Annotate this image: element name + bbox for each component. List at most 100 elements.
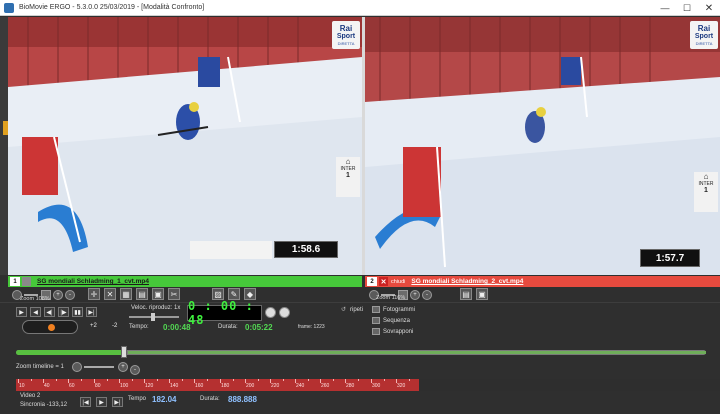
ruler-minor-tick <box>308 379 309 381</box>
option-sovrapponi[interactable]: Sovrapponi <box>372 328 413 335</box>
timeline-playhead[interactable] <box>121 346 127 358</box>
image-icon[interactable]: ▣ <box>152 288 164 300</box>
ruler-minor-tick <box>107 379 108 381</box>
timeline-ruler[interactable]: 10 40 60 80 100 120 140 160 180 200 220 240 260 280 30… <box>16 379 419 391</box>
frames-icon <box>372 306 380 313</box>
ruler-label: 300 <box>372 383 381 389</box>
window-controls: — ☐ ✕ <box>654 0 720 16</box>
end-button[interactable]: ▶| <box>86 307 97 317</box>
jog-indicator <box>48 324 55 331</box>
minus-two-button[interactable]: -2 <box>112 323 117 329</box>
ruler-minor-tick <box>409 379 410 381</box>
video-pane-right[interactable]: Rai Sport DIRETTA ⌂ INTER 1 1:57.7 <box>365 17 720 275</box>
toolbar-left: ✛ ✕ ▦ ▤ ▣ ✂ <box>88 288 184 300</box>
step-back-button[interactable]: ◀ <box>30 307 41 317</box>
race-timer-right: 1:57.7 <box>640 249 700 267</box>
tempo-value: 0:00:48 <box>163 323 191 332</box>
frame-label: frame: 1223 <box>298 324 325 330</box>
ruler-label: 40 <box>44 383 50 389</box>
layout-icon[interactable]: ▤ <box>136 288 148 300</box>
zoom-out-icon[interactable]: - <box>422 290 432 300</box>
bottom-prev-button[interactable]: |◀ <box>80 397 91 407</box>
bottom-bar: Video 2 Sincronia -133,12 |◀ ▶ ▶| Tempo … <box>0 392 720 414</box>
timer-icon[interactable] <box>279 307 290 318</box>
clip-thumbnail-icon[interactable] <box>22 277 31 286</box>
pause-button[interactable]: ▮▮ <box>72 307 83 317</box>
ruler-minor-tick <box>384 379 385 381</box>
bottom-next-button[interactable]: ▶| <box>112 397 123 407</box>
bottom-play-button[interactable]: ▶ <box>96 397 107 407</box>
image-icon[interactable]: ▣ <box>476 288 488 300</box>
repeat-label[interactable]: ripeti <box>350 307 363 313</box>
left-edge-panel <box>0 17 8 275</box>
home-icon: ⌂ <box>345 157 351 166</box>
timeline-zoom-in-icon[interactable]: + <box>118 362 128 372</box>
race-timer-left: 1:58.6 <box>274 241 338 258</box>
prev-frame-button[interactable]: ◀| <box>44 307 55 317</box>
zoom-label-right: Zoom 116% <box>376 295 406 301</box>
next-frame-button[interactable]: |▶ <box>58 307 69 317</box>
grid-icon[interactable]: ▦ <box>120 288 132 300</box>
toolbar-right: ▤ ▣ <box>460 288 492 300</box>
clip-number: 1 <box>10 277 20 286</box>
clip-filename[interactable]: SG mondiali Schladming_1_cvt.mp4 <box>37 278 149 285</box>
speed-slider-knob[interactable] <box>151 313 155 321</box>
ruler-minor-tick <box>358 379 359 381</box>
play-button[interactable]: ▶ <box>16 307 27 317</box>
speed-label: Veloc. riproduz: 1x <box>131 305 181 311</box>
clip-bar-left[interactable]: 1 SG mondiali Schladming_1_cvt.mp4 <box>8 276 362 287</box>
tempo-label: Tempo: <box>129 324 149 330</box>
speed-slider[interactable] <box>129 313 179 321</box>
ruler-minor-tick <box>31 379 32 381</box>
ruler-label: 200 <box>246 383 255 389</box>
minimize-button[interactable]: — <box>654 0 676 16</box>
ruler-label: 160 <box>195 383 204 389</box>
timeline-range <box>128 351 706 354</box>
timeline-zoom-slider[interactable] <box>84 366 114 368</box>
plus-two-button[interactable]: +2 <box>90 323 97 329</box>
video-pane-left[interactable]: Rai Sport DIRETTA ⌂ INTER 1 1:58.6 <box>8 17 362 275</box>
ruler-minor-tick <box>333 379 334 381</box>
ruler-minor-tick <box>283 379 284 381</box>
cut-icon[interactable]: ✂ <box>168 288 180 300</box>
logo-text: Sport <box>694 32 714 40</box>
rank-box-right: ⌂ INTER 1 <box>694 172 718 212</box>
ruler-label: 320 <box>397 383 406 389</box>
tools-icon[interactable]: ✕ <box>104 288 116 300</box>
clip-bar-right[interactable]: 2 ✕ chiudi SG mondiali Schladming_2_cvt.… <box>365 276 720 287</box>
timeline-zoom-out-icon[interactable]: - <box>130 365 140 375</box>
rai-sport-logo-left: Rai Sport DIRETTA <box>332 21 360 49</box>
time-display: 0 : 00 : 48 <box>187 299 262 327</box>
crosshair-icon[interactable]: ✛ <box>88 288 100 300</box>
repeat-icon[interactable]: ↺ <box>341 306 346 313</box>
clip-number: 2 <box>367 277 377 286</box>
bottom-tempo-label: Tempo <box>128 396 147 402</box>
timeline-zoom-icon[interactable] <box>72 362 82 372</box>
ruler-minor-tick <box>258 379 259 381</box>
layout-icon[interactable]: ▤ <box>460 288 472 300</box>
ruler-label: 280 <box>346 383 355 389</box>
rai-sport-logo-right: Rai Sport DIRETTA <box>690 21 718 49</box>
close-clip-label[interactable]: chiudi <box>391 279 405 285</box>
zoom-out-icon[interactable]: - <box>65 290 75 300</box>
zoom-in-icon[interactable]: + <box>410 290 420 300</box>
durata-value: 0:05:22 <box>245 323 273 332</box>
clock-icon[interactable] <box>265 307 276 318</box>
logo-text: DIRETTA <box>337 40 355 46</box>
clip-filename[interactable]: SG mondiali Schladming_2_cvt.mp4 <box>411 278 523 285</box>
close-button[interactable]: ✕ <box>698 0 720 16</box>
zoom-in-icon[interactable]: + <box>53 290 63 300</box>
ruler-minor-tick <box>56 379 57 381</box>
ruler-minor-tick <box>81 379 82 381</box>
rank-box-left: ⌂ INTER 1 <box>336 157 360 197</box>
option-label: Fotogrammi <box>383 306 416 313</box>
jog-wheel[interactable] <box>22 320 78 334</box>
overlay-icon <box>372 328 380 335</box>
option-sequenza[interactable]: Sequenza <box>372 317 410 324</box>
option-fotogrammi[interactable]: Fotogrammi <box>372 306 415 313</box>
maximize-button[interactable]: ☐ <box>676 0 698 16</box>
ruler-minor-tick <box>233 379 234 381</box>
durata-label: Durata: <box>218 324 238 330</box>
close-clip-icon[interactable]: ✕ <box>379 277 388 286</box>
app-window: BioMovie ERGO - 5.3.0.0 25/03/2019 - [Mo… <box>0 0 720 414</box>
